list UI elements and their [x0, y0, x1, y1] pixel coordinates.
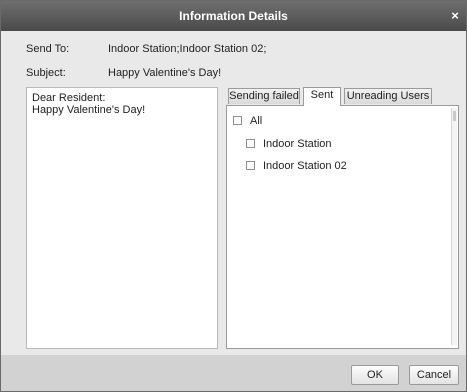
dialog-title: Information Details — [179, 9, 288, 23]
send-to-label: Send To: — [26, 43, 70, 55]
information-details-dialog: Information Details × Send To: Indoor St… — [0, 0, 467, 392]
tab-sending-failed[interactable]: Sending failed — [228, 88, 300, 104]
cancel-button[interactable]: Cancel — [409, 365, 459, 385]
checkbox-all[interactable] — [233, 116, 242, 125]
message-body[interactable]: Dear Resident: Happy Valentine's Day! — [26, 87, 218, 349]
recipient-list: All Indoor Station Indoor Station 02 — [228, 108, 452, 345]
recipient-list-panel: All Indoor Station Indoor Station 02 — [226, 105, 459, 349]
scrollbar-thumb[interactable] — [453, 111, 456, 121]
dialog-footer: OK Cancel — [1, 355, 466, 391]
checkbox-indoor-station-02[interactable] — [246, 161, 255, 170]
subject-value: Happy Valentine's Day! — [108, 67, 222, 79]
ok-button[interactable]: OK — [351, 365, 399, 385]
tab-unreading-users[interactable]: Unreading Users — [344, 88, 432, 104]
indoor-station-02-label: Indoor Station 02 — [263, 160, 347, 172]
list-scrollbar[interactable] — [451, 108, 457, 345]
send-to-value: Indoor Station;Indoor Station 02; — [108, 43, 267, 55]
subject-label: Subject: — [26, 67, 66, 79]
close-icon[interactable]: × — [448, 1, 462, 31]
status-tabs: Sending failed Sent Unreading Users — [226, 87, 459, 106]
tab-sent[interactable]: Sent — [303, 87, 341, 106]
message-line-greeting: Dear Resident: — [32, 92, 106, 104]
all-label: All — [250, 115, 263, 127]
message-line-text: Happy Valentine's Day! — [32, 104, 146, 116]
indoor-station-label: Indoor Station — [263, 138, 332, 150]
dialog-titlebar: Information Details × — [1, 1, 466, 31]
checkbox-indoor-station[interactable] — [246, 139, 255, 148]
